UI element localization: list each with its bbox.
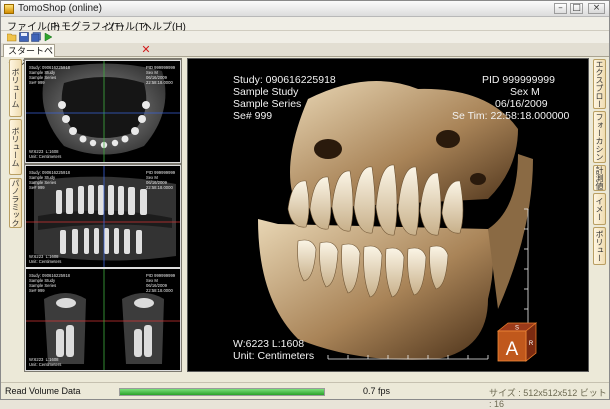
series-name-label: Sample Series: [233, 98, 302, 110]
minimize-button[interactable]: –: [554, 3, 567, 14]
load-progress-bar: [119, 388, 325, 396]
thumb-info-left: Study: 090616225918 Sample Study Sample …: [29, 65, 70, 85]
thumb-info-right: PID 999999999 Sex M 06/16/2009 22:58:18.…: [146, 65, 176, 85]
left-tab-volume-2-2[interactable]: ボリューム(2+2): [9, 59, 22, 117]
left-tab-panoramic[interactable]: パノラミック: [9, 178, 22, 228]
right-tab-image[interactable]: イメージ: [593, 193, 606, 225]
status-bar: Read Volume Data 0.7 fps サイズ : 512x512x5…: [1, 382, 609, 409]
save-all-icon[interactable]: [31, 32, 41, 42]
thumb-info-right: PID 999999999 Sex M 06/16/2009 22:58:18.…: [146, 273, 176, 293]
tab-start-page[interactable]: スタートページ: [3, 44, 55, 68]
menu-bar: ファイル(F) トモグラフィ(T) ツール(T) ヘルプ(H): [1, 17, 609, 33]
study-name-label: Sample Study: [233, 86, 299, 98]
document-tabstrip: スタートページ ✕: [1, 43, 609, 68]
save-icon[interactable]: [19, 32, 29, 42]
unit-label: Unit: Centimeters: [233, 350, 315, 362]
study-id-label: Study: 090616225918: [233, 74, 336, 86]
maximize-button[interactable]: □: [570, 3, 583, 14]
left-tab-volume-3-1[interactable]: ボリューム(3+1): [9, 119, 22, 175]
volume-render-view[interactable]: Study: 090616225918 Sample Study Sample …: [187, 58, 589, 372]
window-level-label: W:6223 L:1608: [233, 338, 305, 350]
patient-id-label: PID 999999999: [482, 74, 555, 86]
right-tab-volume[interactable]: ボリューム: [593, 227, 606, 265]
series-time-label: Se Tim: 22:58:18.000000: [452, 110, 570, 122]
orientation-side-label: R: [529, 341, 534, 347]
thumb-info-left: Study: 090616225918 Sample Study Sample …: [29, 170, 70, 190]
thumb-info-right: PID 999999999 Sex M 06/16/2009 22:58:18.…: [146, 170, 176, 190]
sex-label: Sex M: [510, 86, 540, 98]
orientation-top-label: S: [515, 326, 519, 332]
thumbnail-axial-view[interactable]: Study: 090616225918 Sample Study Sample …: [25, 60, 181, 163]
right-tab-focusing[interactable]: フォーカシング: [593, 111, 606, 163]
app-window: TomoShop (online) – □ × ファイル(F) トモグラフィ(T…: [0, 0, 610, 409]
open-folder-icon[interactable]: [7, 32, 17, 42]
status-message: Read Volume Data: [5, 386, 81, 396]
right-tab-explorer[interactable]: エクスプローラ: [593, 59, 606, 109]
orientation-cube-icon[interactable]: A S R: [496, 321, 538, 363]
close-window-button[interactable]: ×: [588, 3, 605, 14]
close-tab-icon[interactable]: ✕: [141, 44, 151, 55]
right-tab-measurements[interactable]: 計測値: [593, 165, 606, 191]
thumbnail-panel: Study: 090616225918 Sample Study Sample …: [24, 58, 182, 372]
orientation-face-label: A: [506, 339, 519, 360]
app-icon: [4, 4, 14, 14]
thumb-info-bottom: W:6223 L:1608 Unit: Centimeters: [29, 149, 62, 159]
play-icon[interactable]: [43, 32, 53, 42]
thumbnail-cross-section-view[interactable]: Study: 090616225918 Sample Study Sample …: [25, 268, 181, 371]
volume-size-info: サイズ : 512x512x512 ビット : 16: [489, 388, 607, 409]
progress-fill: [120, 389, 324, 395]
fps-readout: 0.7 fps: [363, 386, 391, 396]
title-bar[interactable]: TomoShop (online) – □ ×: [1, 1, 609, 17]
date-label: 06/16/2009: [495, 98, 548, 110]
window-title: TomoShop (online): [18, 3, 102, 14]
toolbar: [1, 31, 609, 43]
thumb-info-bottom: W:6223 L:1608 Unit: Centimeters: [29, 357, 62, 367]
series-number-label: Se# 999: [233, 110, 273, 122]
thumbnail-panoramic-view[interactable]: Study: 090616225918 Sample Study Sample …: [25, 165, 181, 268]
thumb-info-left: Study: 090616225918 Sample Study Sample …: [29, 273, 70, 293]
thumb-info-bottom: W:6223 L:1608 Unit: Centimeters: [29, 254, 62, 264]
